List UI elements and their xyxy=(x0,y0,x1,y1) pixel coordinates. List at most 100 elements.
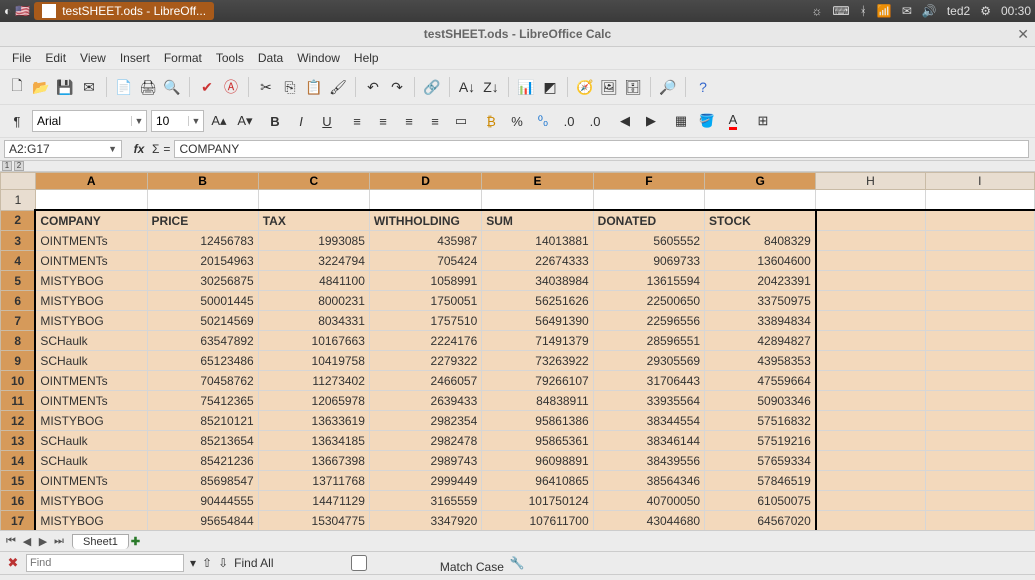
table-cell[interactable]: OINTMENTs xyxy=(35,231,147,251)
table-cell[interactable]: 33935564 xyxy=(593,391,704,411)
table-cell[interactable]: 96098891 xyxy=(482,451,593,471)
underline-icon[interactable]: U xyxy=(316,110,338,132)
table-cell[interactable]: 50903346 xyxy=(705,391,816,411)
keyboard-icon[interactable]: ⌨ xyxy=(832,4,849,18)
menu-insert[interactable]: Insert xyxy=(114,49,156,67)
column-header[interactable]: H xyxy=(816,173,925,190)
table-header-cell[interactable]: DONATED xyxy=(593,210,704,231)
add-sheet-icon[interactable]: ✚ xyxy=(131,535,140,548)
copy-icon[interactable]: ⎘ xyxy=(279,76,301,98)
find-all-button[interactable]: Find All xyxy=(234,556,273,570)
volume-icon[interactable]: 🔊 xyxy=(922,4,937,18)
menu-format[interactable]: Format xyxy=(158,49,208,67)
formula-input[interactable]: COMPANY xyxy=(174,140,1029,158)
table-cell[interactable]: 15304775 xyxy=(258,511,369,531)
find-options-icon[interactable]: 🔧 xyxy=(510,556,525,570)
print-preview-icon[interactable]: 🔍 xyxy=(161,76,183,98)
column-header[interactable]: F xyxy=(593,173,704,190)
conditional-icon[interactable]: ⊞ xyxy=(752,110,774,132)
menu-view[interactable]: View xyxy=(74,49,112,67)
tab-next-icon[interactable]: ▶ xyxy=(36,535,50,548)
table-cell[interactable]: 42894827 xyxy=(705,331,816,351)
navigator-icon[interactable]: 🧭 xyxy=(574,76,596,98)
chevron-down-icon[interactable]: ▼ xyxy=(131,116,146,126)
table-cell[interactable]: 13634185 xyxy=(258,431,369,451)
table-cell[interactable]: 63547892 xyxy=(147,331,258,351)
row-header[interactable]: 13 xyxy=(1,431,36,451)
column-header[interactable]: B xyxy=(147,173,258,190)
print-icon[interactable]: 🖨 xyxy=(137,76,159,98)
table-cell[interactable]: 22500650 xyxy=(593,291,704,311)
row-header[interactable]: 6 xyxy=(1,291,36,311)
table-cell[interactable]: 14471129 xyxy=(258,491,369,511)
row-header[interactable]: 8 xyxy=(1,331,36,351)
table-cell[interactable]: 56251626 xyxy=(482,291,593,311)
email-icon[interactable]: ✉ xyxy=(78,76,100,98)
table-cell[interactable]: 95865361 xyxy=(482,431,593,451)
row-header[interactable]: 1 xyxy=(1,190,36,211)
sheet-tab[interactable]: Sheet1 xyxy=(72,534,129,549)
table-cell[interactable]: 9069733 xyxy=(593,251,704,271)
table-cell[interactable]: 90444555 xyxy=(147,491,258,511)
table-cell[interactable]: 38346144 xyxy=(593,431,704,451)
hyperlink-icon[interactable]: 🔗 xyxy=(421,76,443,98)
table-cell[interactable]: 96410865 xyxy=(482,471,593,491)
align-right-icon[interactable]: ≡ xyxy=(398,110,420,132)
table-cell[interactable]: 38564346 xyxy=(593,471,704,491)
table-cell[interactable]: 1757510 xyxy=(369,311,481,331)
table-cell[interactable]: 95861386 xyxy=(482,411,593,431)
table-cell[interactable]: 2279322 xyxy=(369,351,481,371)
remove-decimal-icon[interactable]: .0 xyxy=(584,110,606,132)
table-cell[interactable]: 13633619 xyxy=(258,411,369,431)
column-header[interactable]: G xyxy=(705,173,816,190)
table-cell[interactable]: 11273402 xyxy=(258,371,369,391)
row-header[interactable]: 9 xyxy=(1,351,36,371)
clock[interactable]: 00:30 xyxy=(1001,4,1031,18)
table-cell[interactable]: 28596551 xyxy=(593,331,704,351)
cut-icon[interactable]: ✂ xyxy=(255,76,277,98)
italic-icon[interactable]: I xyxy=(290,110,312,132)
data-sources-icon[interactable]: 🗄 xyxy=(622,76,644,98)
chevron-down-icon[interactable]: ▼ xyxy=(188,116,203,126)
font-name-input[interactable] xyxy=(33,112,131,130)
table-cell[interactable]: 1058991 xyxy=(369,271,481,291)
table-cell[interactable]: 705424 xyxy=(369,251,481,271)
font-color-icon[interactable]: A xyxy=(722,110,744,132)
table-cell[interactable]: 30256875 xyxy=(147,271,258,291)
bluetooth-icon[interactable]: ᚼ xyxy=(860,4,867,18)
table-cell[interactable]: 50001445 xyxy=(147,291,258,311)
table-cell[interactable]: 43044680 xyxy=(593,511,704,531)
chevron-down-icon[interactable]: ▼ xyxy=(108,144,117,154)
close-find-icon[interactable]: ✖ xyxy=(6,555,20,571)
align-left-icon[interactable]: ≡ xyxy=(346,110,368,132)
row-header[interactable]: 11 xyxy=(1,391,36,411)
merge-cells-icon[interactable]: ▭ xyxy=(450,110,472,132)
table-cell[interactable]: 34038984 xyxy=(482,271,593,291)
undo-icon[interactable]: ↶ xyxy=(362,76,384,98)
tab-prev-icon[interactable]: ◀ xyxy=(20,535,34,548)
shrink-font-icon[interactable]: A▾ xyxy=(234,110,256,132)
insert-object-icon[interactable]: ◩ xyxy=(539,76,561,98)
table-cell[interactable]: MISTYBOG xyxy=(35,491,147,511)
row-header[interactable]: 3 xyxy=(1,231,36,251)
table-cell[interactable]: 12456783 xyxy=(147,231,258,251)
table-cell[interactable]: 101750124 xyxy=(482,491,593,511)
table-cell[interactable]: 435987 xyxy=(369,231,481,251)
table-cell[interactable]: MISTYBOG xyxy=(35,271,147,291)
table-header-cell[interactable]: SUM xyxy=(482,210,593,231)
align-center-icon[interactable]: ≡ xyxy=(372,110,394,132)
table-cell[interactable]: SCHaulk xyxy=(35,331,147,351)
table-header-cell[interactable]: WITHHOLDING xyxy=(369,210,481,231)
font-size-input[interactable] xyxy=(152,112,188,130)
table-cell[interactable]: 2466057 xyxy=(369,371,481,391)
spellcheck-icon[interactable]: ✔ xyxy=(196,76,218,98)
gallery-icon[interactable]: 🖼 xyxy=(598,76,620,98)
table-cell[interactable]: 2989743 xyxy=(369,451,481,471)
row-header[interactable]: 10 xyxy=(1,371,36,391)
row-header[interactable]: 17 xyxy=(1,511,36,531)
table-cell[interactable]: 79266107 xyxy=(482,371,593,391)
decrease-indent-icon[interactable]: ◀ xyxy=(614,110,636,132)
sort-asc-icon[interactable]: A↓ xyxy=(456,76,478,98)
bg-color-icon[interactable]: 🪣 xyxy=(696,110,718,132)
table-cell[interactable]: 20423391 xyxy=(705,271,816,291)
